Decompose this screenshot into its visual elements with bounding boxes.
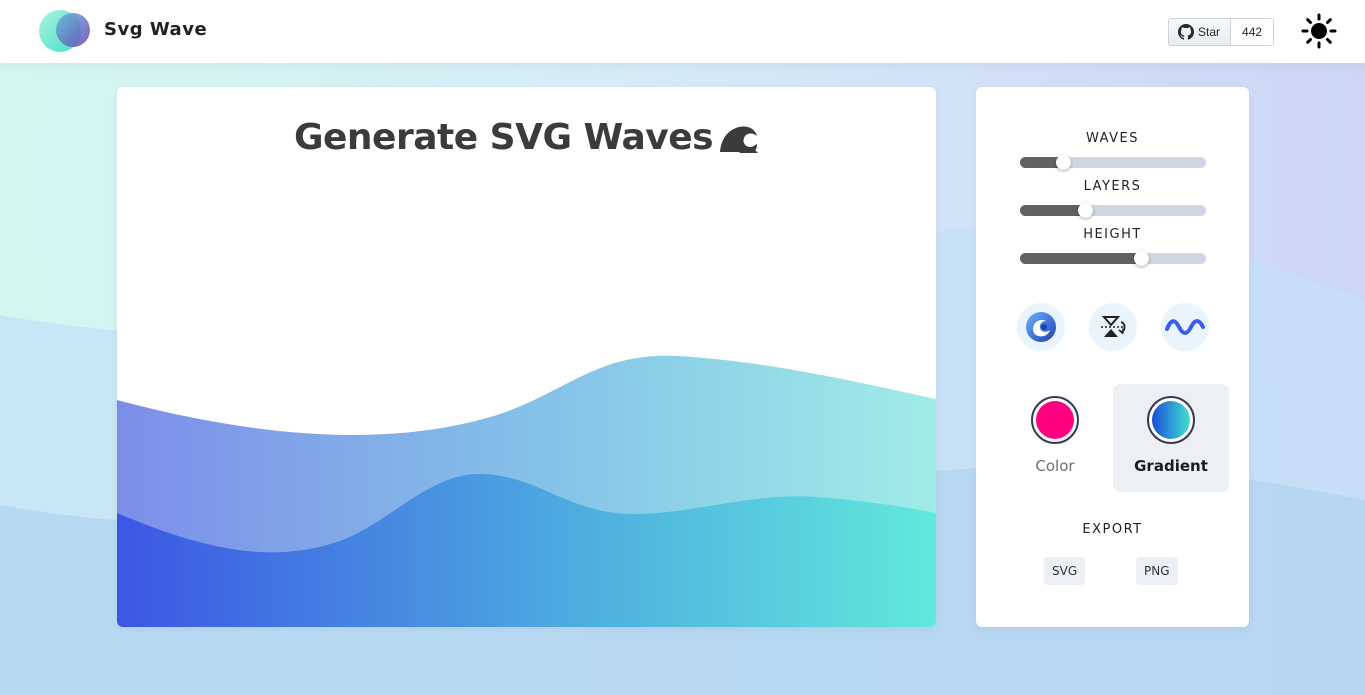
slider-thumb[interactable] — [1055, 155, 1071, 170]
waves-slider[interactable] — [1020, 155, 1206, 170]
github-icon — [1178, 24, 1194, 40]
github-star-count[interactable]: 442 — [1231, 19, 1274, 45]
gradient-mode-button[interactable]: Gradient — [1113, 384, 1229, 492]
solid-color-swatch — [1031, 396, 1079, 444]
wave-emoji-icon — [720, 125, 759, 153]
wave-preview — [117, 355, 936, 627]
slider-fill — [1020, 205, 1086, 216]
slider-fill — [1020, 253, 1141, 264]
github-star-widget: Star 442 — [1168, 18, 1275, 46]
height-label: HEIGHT — [1083, 227, 1142, 242]
brand-name: Svg Wave — [104, 19, 208, 40]
sun-icon[interactable] — [1301, 13, 1337, 49]
wave-shape-icon — [1165, 319, 1205, 335]
slider-thumb[interactable] — [1133, 251, 1149, 266]
github-star-button[interactable]: Star — [1169, 19, 1232, 45]
invert-button[interactable] — [1089, 303, 1137, 351]
page-title-text: Generate SVG Waves — [293, 117, 714, 158]
invert-icon — [1101, 316, 1126, 337]
height-slider[interactable] — [1020, 251, 1206, 266]
slider-thumb[interactable] — [1078, 203, 1094, 218]
layers-slider[interactable] — [1020, 203, 1206, 218]
wave-preview-card: Generate SVG Waves — [117, 87, 936, 627]
controls-panel: WAVES LAYERS HEIGHT Color Gradient EXPOR… — [976, 87, 1249, 627]
color-mode-button[interactable]: Color — [997, 384, 1113, 492]
logo — [39, 10, 90, 52]
gradient-swatch — [1147, 396, 1195, 444]
waves-label: WAVES — [1085, 131, 1140, 146]
gradient-mode-label: Gradient — [1134, 457, 1208, 475]
page-title: Generate SVG Waves — [117, 117, 936, 158]
color-mode-label: Color — [1035, 457, 1075, 475]
layers-label: LAYERS — [1083, 179, 1142, 194]
randomize-button[interactable] — [1017, 303, 1065, 351]
export-svg-button[interactable]: SVG — [1044, 557, 1086, 585]
randomize-icon — [1026, 312, 1056, 342]
top-bar: Svg Wave Star 442 — [0, 0, 1365, 63]
export-label: EXPORT — [1082, 522, 1143, 537]
github-star-label: Star — [1198, 25, 1221, 39]
export-png-button[interactable]: PNG — [1136, 557, 1178, 585]
wave-shape-button[interactable] — [1161, 303, 1209, 351]
